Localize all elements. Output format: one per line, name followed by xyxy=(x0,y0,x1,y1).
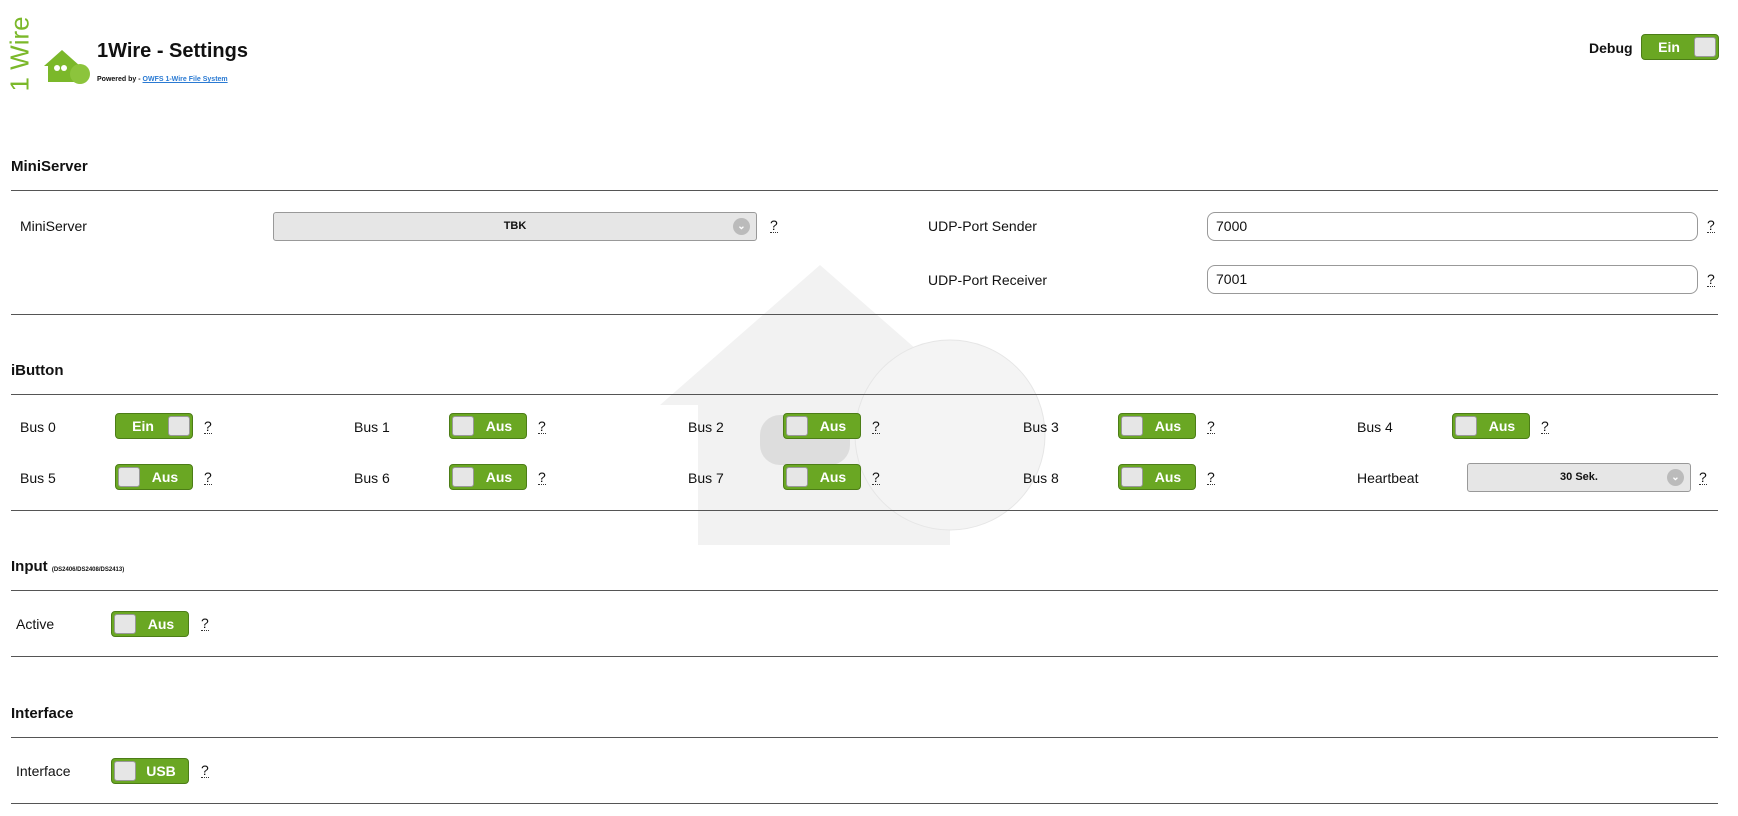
bus-0-toggle[interactable]: Ein xyxy=(115,413,193,439)
bus-label: Bus 8 xyxy=(1023,470,1059,486)
help-icon[interactable]: ? xyxy=(770,218,778,233)
debug-toggle[interactable]: Ein xyxy=(1641,34,1719,60)
help-icon[interactable]: ? xyxy=(1207,419,1215,434)
bus-label: Bus 5 xyxy=(20,470,56,486)
udp-sender-label: UDP-Port Sender xyxy=(928,218,1037,234)
interface-toggle[interactable]: USB xyxy=(111,758,189,784)
active-label: Active xyxy=(16,616,55,632)
bus-label: Bus 2 xyxy=(688,419,724,435)
house-logo-icon xyxy=(44,50,90,84)
bus-label: Bus 3 xyxy=(1023,419,1059,435)
bus-1-toggle[interactable]: Aus xyxy=(449,413,527,439)
chevron-down-icon: ⌄ xyxy=(733,218,750,235)
active-toggle[interactable]: Aus xyxy=(111,611,189,637)
page-title: 1Wire - Settings xyxy=(97,40,248,62)
bus-label: Bus 0 xyxy=(20,419,56,435)
input-heading: Input (DS2406/DS2408/DS2413) xyxy=(11,558,125,575)
divider xyxy=(11,314,1718,315)
heartbeat-select[interactable]: 30 Sek. ⌄ xyxy=(1467,463,1691,492)
divider xyxy=(11,656,1718,657)
divider xyxy=(11,590,1718,591)
help-icon[interactable]: ? xyxy=(201,616,209,631)
help-icon[interactable]: ? xyxy=(204,470,212,485)
bus-8-toggle[interactable]: Aus xyxy=(1118,464,1196,490)
help-icon[interactable]: ? xyxy=(538,419,546,434)
input-subtitle: (DS2406/DS2408/DS2413) xyxy=(51,567,125,573)
heartbeat-label: Heartbeat xyxy=(1357,470,1419,486)
bus-2-toggle[interactable]: Aus xyxy=(783,413,861,439)
help-icon[interactable]: ? xyxy=(1707,272,1715,287)
help-icon[interactable]: ? xyxy=(204,419,212,434)
help-icon[interactable]: ? xyxy=(1541,419,1549,434)
help-icon[interactable]: ? xyxy=(538,470,546,485)
debug-label: Debug xyxy=(1589,40,1633,56)
bus-label: Bus 1 xyxy=(354,419,390,435)
bus-5-toggle[interactable]: Aus xyxy=(115,464,193,490)
udp-receiver-input[interactable]: 7001 xyxy=(1207,265,1698,294)
divider xyxy=(11,510,1718,511)
udp-sender-input[interactable]: 7000 xyxy=(1207,212,1698,241)
bus-7-toggle[interactable]: Aus xyxy=(783,464,861,490)
bus-6-toggle[interactable]: Aus xyxy=(449,464,527,490)
help-icon[interactable]: ? xyxy=(1707,218,1715,233)
miniserver-label: MiniServer xyxy=(20,218,87,234)
logo: 1 Wire xyxy=(4,16,35,92)
help-icon[interactable]: ? xyxy=(201,763,209,778)
miniserver-heading: MiniServer xyxy=(11,158,88,175)
help-icon[interactable]: ? xyxy=(1207,470,1215,485)
divider xyxy=(11,394,1718,395)
bus-label: Bus 7 xyxy=(688,470,724,486)
help-icon[interactable]: ? xyxy=(1699,470,1707,485)
bus-label: Bus 6 xyxy=(354,470,390,486)
bus-4-toggle[interactable]: Aus xyxy=(1452,413,1530,439)
chevron-down-icon: ⌄ xyxy=(1667,469,1684,486)
bus-label: Bus 4 xyxy=(1357,419,1393,435)
divider xyxy=(11,803,1718,804)
bus-3-toggle[interactable]: Aus xyxy=(1118,413,1196,439)
ibutton-heading: iButton xyxy=(11,362,64,379)
miniserver-select[interactable]: TBK ⌄ xyxy=(273,212,757,241)
divider xyxy=(11,190,1718,191)
interface-heading: Interface xyxy=(11,705,74,722)
help-icon[interactable]: ? xyxy=(872,470,880,485)
interface-label: Interface xyxy=(16,763,71,779)
udp-receiver-label: UDP-Port Receiver xyxy=(928,272,1048,288)
divider xyxy=(11,737,1718,738)
watermark-logo xyxy=(660,265,1046,545)
owfs-link[interactable]: OWFS 1-Wire File System xyxy=(143,76,228,83)
powered-by: Powered by - OWFS 1-Wire File System xyxy=(97,76,228,83)
help-icon[interactable]: ? xyxy=(872,419,880,434)
